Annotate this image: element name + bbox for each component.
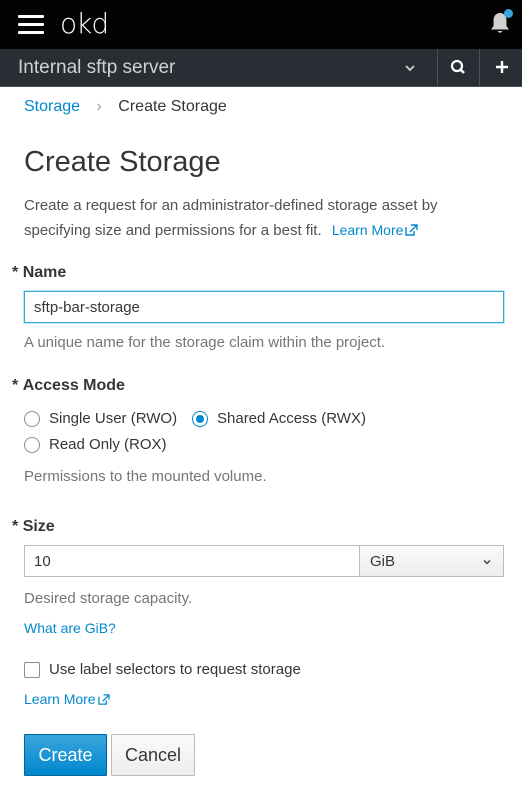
name-label-text: Name bbox=[22, 264, 67, 281]
size-label: * Size bbox=[12, 518, 55, 536]
masthead: okd bbox=[0, 0, 522, 49]
breadcrumb-separator: › bbox=[96, 98, 102, 115]
project-bar: Internal sftp server bbox=[0, 49, 522, 87]
access-mode-help: Permissions to the mounted volume. bbox=[24, 468, 267, 485]
divider bbox=[479, 49, 480, 87]
required-marker: * bbox=[12, 518, 19, 535]
name-input[interactable] bbox=[24, 291, 504, 323]
radio-shared-access[interactable]: Shared Access (RWX) bbox=[192, 410, 366, 427]
size-unit-select[interactable]: GiB bbox=[359, 545, 504, 577]
breadcrumb-storage-link[interactable]: Storage bbox=[24, 98, 80, 115]
size-help: Desired storage capacity. bbox=[24, 590, 193, 607]
radio-button[interactable] bbox=[24, 436, 40, 453]
radio-button-selected[interactable] bbox=[192, 410, 208, 427]
what-are-gib-link[interactable]: What are GiB? bbox=[24, 620, 116, 636]
learn-more-label: Learn More bbox=[24, 691, 96, 707]
learn-more-link[interactable]: Learn More bbox=[332, 222, 419, 238]
notification-badge bbox=[504, 9, 513, 18]
cancel-button[interactable]: Cancel bbox=[111, 734, 195, 776]
page-description: Create a request for an administrator-de… bbox=[24, 193, 504, 243]
search-button[interactable] bbox=[438, 49, 478, 87]
search-icon bbox=[450, 59, 465, 74]
page-title: Create Storage bbox=[24, 146, 221, 178]
learn-more-label: Learn More bbox=[331, 222, 404, 238]
required-marker: * bbox=[12, 264, 19, 281]
size-input[interactable] bbox=[24, 545, 360, 577]
external-link-icon bbox=[405, 224, 419, 236]
chevron-down-icon[interactable] bbox=[403, 61, 417, 75]
label-selectors-learn-more-link[interactable]: Learn More bbox=[24, 691, 110, 707]
access-mode-label-text: Access Mode bbox=[22, 377, 125, 394]
radio-single-user[interactable]: Single User (RWO) bbox=[24, 410, 177, 427]
hamburger-menu-icon[interactable] bbox=[18, 15, 44, 35]
required-marker: * bbox=[12, 377, 19, 394]
radio-label: Read Only (ROX) bbox=[49, 436, 167, 453]
breadcrumb: Storage › Create Storage bbox=[24, 98, 227, 116]
name-help: A unique name for the storage claim with… bbox=[24, 334, 386, 351]
radio-label: Single User (RWO) bbox=[49, 410, 178, 427]
size-unit-value: GiB bbox=[370, 553, 396, 570]
size-label-text: Size bbox=[22, 518, 55, 535]
external-link-icon bbox=[97, 694, 110, 705]
radio-label: Shared Access (RWX) bbox=[217, 410, 366, 427]
create-button[interactable]: Create bbox=[24, 734, 107, 776]
radio-button[interactable] bbox=[24, 410, 40, 427]
add-to-project-button[interactable] bbox=[482, 49, 522, 87]
label-selectors-label: Use label selectors to request storage bbox=[49, 661, 301, 678]
project-selector[interactable]: Internal sftp server bbox=[18, 57, 175, 79]
okd-logo[interactable]: okd bbox=[60, 7, 109, 40]
name-label: * Name bbox=[12, 264, 66, 282]
label-selectors-checkbox[interactable]: Use label selectors to request storage bbox=[24, 661, 301, 678]
radio-read-only[interactable]: Read Only (ROX) bbox=[24, 436, 167, 453]
access-mode-label: * Access Mode bbox=[12, 377, 125, 395]
plus-icon bbox=[496, 61, 508, 73]
checkbox-box[interactable] bbox=[24, 661, 40, 678]
breadcrumb-current: Create Storage bbox=[118, 98, 227, 115]
chevron-down-icon bbox=[483, 560, 491, 565]
